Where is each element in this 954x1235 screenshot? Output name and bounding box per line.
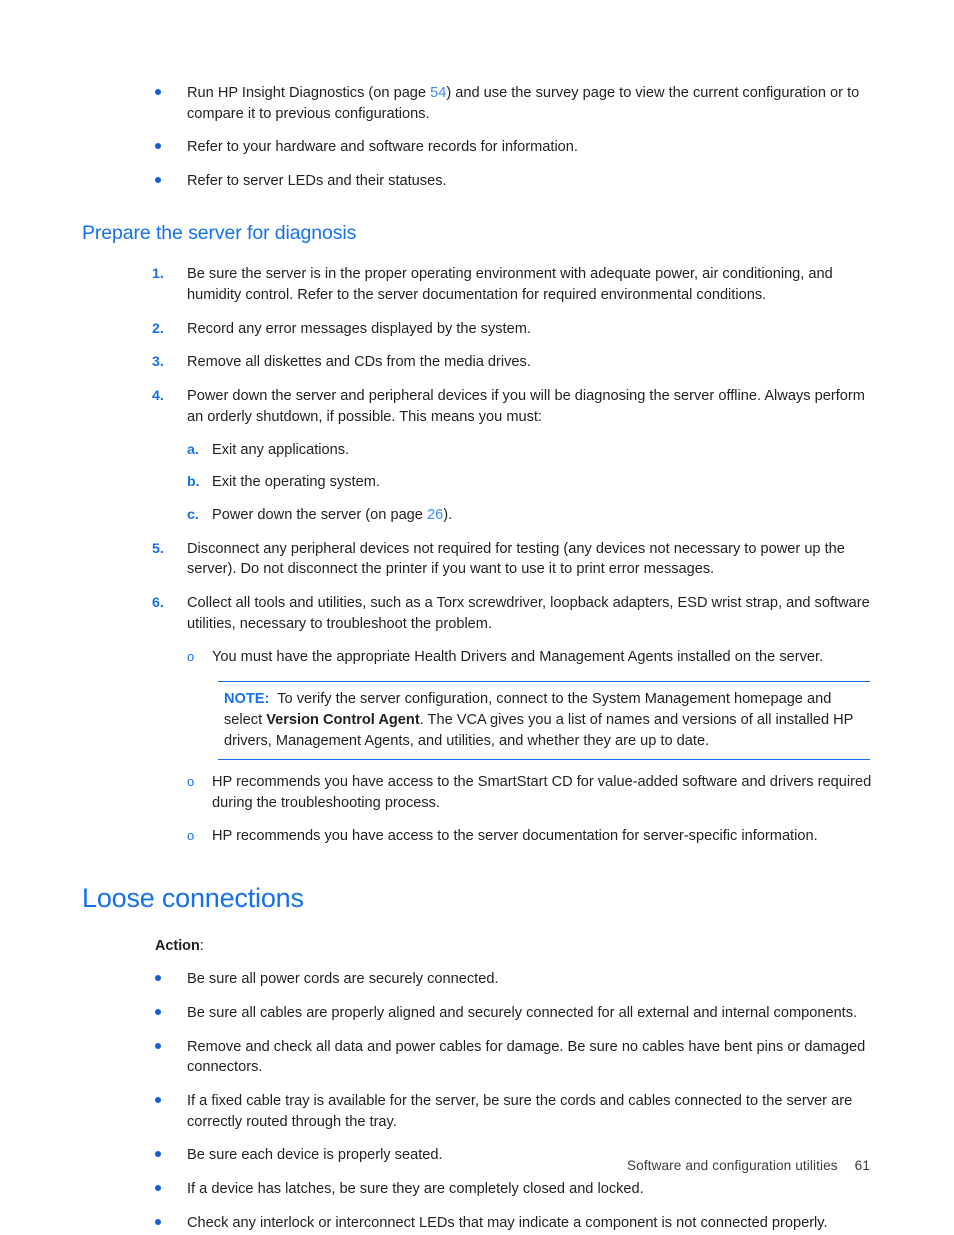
list-item-text-pre: Run HP Insight Diagnostics (on page [187,85,431,101]
list-item: Check any interlock or interconnect LEDs… [82,1213,872,1234]
list-item-text: Exit the operating system. [212,474,380,491]
list-item-text-post: ). [443,507,453,524]
ordered-sublist-item: c. Power down the server (on page 26). [82,505,872,526]
circle-bullet-icon: o [187,774,195,790]
page-content: Run HP Insight Diagnostics (on page 54) … [82,70,872,1234]
list-item: Refer to your hardware and software reco… [82,137,872,158]
sub-list-item: o You must have the appropriate Health D… [82,647,872,668]
loose-connections-bullet-list: Be sure all power cords are securely con… [82,969,872,1233]
note-emphasis: Version Control Agent [266,712,420,729]
bullet-icon [155,1179,161,1200]
list-marker: b. [187,474,200,491]
list-marker: 1. [152,266,164,283]
list-item-text: Refer to server LEDs and their statuses. [187,173,447,190]
list-item-text: Be sure the server is in the proper oper… [187,266,833,303]
ordered-list-item: 1. Be sure the server is in the proper o… [82,264,872,305]
list-item: If a device has latches, be sure they ar… [82,1179,872,1200]
ordered-list-item: 6. Collect all tools and utilities, such… [82,593,872,634]
ordered-sublist-item: a. Exit any applications. [82,440,872,461]
list-item-text: Exit any applications. [212,441,350,458]
list-item: Be sure all cables are properly aligned … [82,1003,872,1024]
action-label-text: Action [155,937,200,954]
list-marker: 5. [152,540,164,557]
circle-bullet-icon: o [187,827,195,843]
list-item-text: Refer to your hardware and software reco… [187,139,578,156]
list-marker: a. [187,441,199,458]
list-item: Refer to server LEDs and their statuses. [82,171,872,192]
document-page: Run HP Insight Diagnostics (on page 54) … [0,0,954,1235]
intro-bullet-list: Run HP Insight Diagnostics (on page 54) … [82,83,872,192]
list-item-text: If a device has latches, be sure they ar… [187,1181,644,1198]
list-marker: 3. [152,354,164,371]
bullet-icon [155,1037,161,1058]
prepare-steps-list: 1. Be sure the server is in the proper o… [82,264,872,846]
section-heading-prepare: Prepare the server for diagnosis [82,221,357,244]
bullet-icon [155,83,161,104]
list-marker: 4. [152,388,164,405]
sub-list-item: o HP recommends you have access to the S… [82,772,872,813]
note-text: NOTE: To verify the server configuration… [218,689,870,751]
list-item-text: If a fixed cable tray is available for t… [187,1093,853,1130]
list-item-text-pre: Power down the server (on page [212,507,427,524]
list-item-text: HP recommends you have access to the Sma… [212,774,872,812]
list-item-text: Power down the server and peripheral dev… [187,388,865,425]
note-callout: NOTE: To verify the server configuration… [218,681,870,761]
bullet-icon [155,1213,161,1234]
list-item-text: Collect all tools and utilities, such as… [187,595,870,632]
ordered-list-item: 3. Remove all diskettes and CDs from the… [82,352,872,373]
action-label: Action: [82,936,872,956]
list-marker: 6. [152,595,164,612]
sub-list-item: o HP recommends you have access to the s… [82,826,872,847]
action-label-colon: : [199,937,204,954]
list-item: Run HP Insight Diagnostics (on page 54) … [82,83,872,124]
bullet-icon [155,137,161,158]
ordered-list-item: 2. Record any error messages displayed b… [82,319,872,340]
ordered-list-item: 4. Power down the server and peripheral … [82,386,872,427]
bullet-icon [155,1091,161,1112]
list-item-text: Be sure all cables are properly aligned … [187,1004,858,1021]
page-link-54[interactable]: 54 [430,85,446,101]
list-marker: 2. [152,320,164,337]
list-item-text: You must have the appropriate Health Dri… [212,648,824,665]
list-item-text: Remove and check all data and power cabl… [187,1038,866,1076]
ordered-sublist-item: b. Exit the operating system. [82,472,872,493]
page-link-26[interactable]: 26 [427,507,443,523]
bullet-icon [155,969,161,990]
list-item-text: Run HP Insight Diagnostics (on page 54) … [187,85,859,122]
circle-bullet-icon: o [187,648,195,664]
list-item-text: Disconnect any peripheral devices not re… [187,540,845,578]
section-heading-loose-connections: Loose connections [82,882,304,913]
list-item-text: Be sure all power cords are securely con… [187,971,499,988]
bullet-icon [155,1003,161,1024]
list-item-text: Remove all diskettes and CDs from the me… [187,354,531,371]
list-marker: c. [187,507,199,524]
list-item-text: Check any interlock or interconnect LEDs… [187,1214,828,1231]
note-label: NOTE: [224,691,270,708]
footer-page-number: 61 [854,1158,870,1173]
list-item: Remove and check all data and power cabl… [82,1037,872,1078]
bullet-icon [155,171,161,192]
list-item: Be sure all power cords are securely con… [82,969,872,990]
list-item-text: Power down the server (on page 26). [212,507,452,523]
list-item-text: Record any error messages displayed by t… [187,320,531,337]
ordered-list-item: 5. Disconnect any peripheral devices not… [82,539,872,580]
footer-chapter-title: Software and configuration utilities [627,1158,838,1173]
page-footer: Software and configuration utilities 61 [0,1158,870,1173]
list-item-text: HP recommends you have access to the ser… [212,827,818,844]
list-item: If a fixed cable tray is available for t… [82,1091,872,1132]
